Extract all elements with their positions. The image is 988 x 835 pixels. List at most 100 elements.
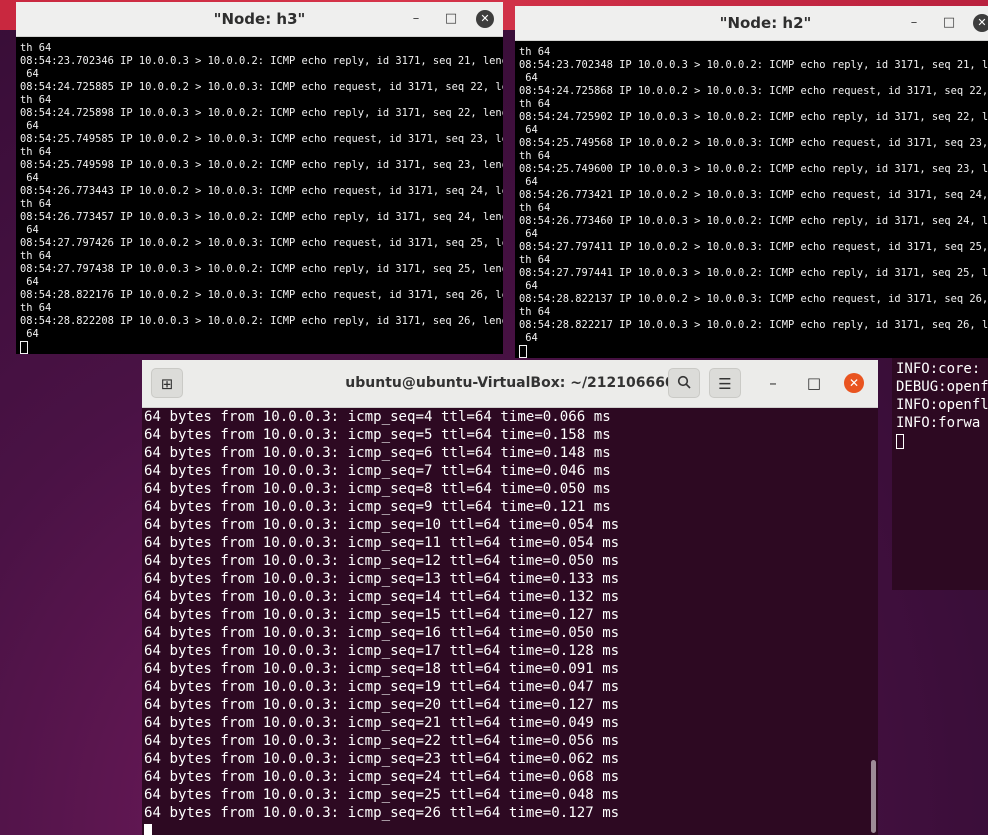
terminal-line: 64	[20, 328, 39, 340]
terminal-line: 08:54:28.822137 IP 10.0.0.2 > 10.0.0.3: …	[519, 293, 988, 305]
terminal-line: 64	[20, 68, 39, 80]
terminal-output: INFO:core: DEBUG:openf INFO:openfl INFO:for…	[896, 360, 988, 450]
search-button[interactable]	[668, 368, 700, 398]
terminal-line: 64 bytes from 10.0.0.3: icmp_seq=7 ttl=6…	[144, 463, 611, 479]
terminal-line: 64	[20, 276, 39, 288]
cursor-line	[144, 822, 868, 835]
terminal-line: 64	[20, 172, 39, 184]
terminal-output[interactable]: th 64 08:54:23.702346 IP 10.0.0.3 > 10.0.…	[20, 42, 503, 354]
terminal-line: th 64	[20, 146, 52, 158]
terminal-line: 64	[20, 120, 39, 132]
terminal-line: 08:54:24.725898 IP 10.0.0.3 > 10.0.0.2: …	[20, 107, 503, 119]
terminal-line: 64 bytes from 10.0.0.3: icmp_seq=18 ttl=…	[144, 661, 620, 677]
terminal-line: 64 bytes from 10.0.0.3: icmp_seq=5 ttl=6…	[144, 427, 611, 443]
menu-button[interactable]: ☰	[709, 368, 741, 398]
maximize-icon[interactable]: □	[442, 10, 460, 28]
terminal-line: 08:54:28.822217 IP 10.0.0.3 > 10.0.0.2: …	[519, 319, 988, 331]
terminal-line: INFO:openfl	[896, 397, 988, 413]
terminal-line: 64 bytes from 10.0.0.3: icmp_seq=26 ttl=…	[144, 805, 620, 821]
terminal-line: th 64	[519, 98, 551, 110]
terminal-line: 64	[519, 228, 538, 240]
terminal-line: th 64	[519, 150, 551, 162]
headerbar[interactable]: ⊞ ubuntu@ubuntu-VirtualBox: ~/212106660 …	[142, 360, 878, 408]
minimize-icon[interactable]: –	[905, 14, 923, 32]
terminal-line: INFO:forwa	[896, 415, 981, 431]
terminal-line: th 64	[20, 42, 52, 54]
terminal-line: DEBUG:openf	[896, 379, 988, 395]
cursor-line	[20, 341, 503, 354]
terminal-line: 64 bytes from 10.0.0.3: icmp_seq=19 ttl=…	[144, 679, 620, 695]
terminal-line: th 64	[20, 250, 52, 262]
cursor-line	[519, 345, 988, 358]
terminal-line: 64	[519, 72, 538, 84]
terminal-line: 64 bytes from 10.0.0.3: icmp_seq=23 ttl=…	[144, 751, 620, 767]
close-icon[interactable]: ✕	[476, 10, 494, 28]
terminal-line: 08:54:28.822176 IP 10.0.0.2 > 10.0.0.3: …	[20, 289, 503, 301]
terminal-line: 64 bytes from 10.0.0.3: icmp_seq=11 ttl=…	[144, 535, 620, 551]
terminal-line: 64	[20, 224, 39, 236]
terminal-line: th 64	[519, 306, 551, 318]
terminal-line: 64 bytes from 10.0.0.3: icmp_seq=15 ttl=…	[144, 607, 620, 623]
xterm-window-h3[interactable]: "Node: h3" – □ ✕ th 64 08:54:23.702346 IP…	[16, 2, 503, 354]
close-icon[interactable]: ✕	[844, 373, 864, 393]
terminal-line: th 64	[519, 46, 551, 58]
terminal-line: th 64	[20, 94, 52, 106]
controller-terminal[interactable]: INFO:core: DEBUG:openf INFO:openfl INFO:for…	[892, 358, 988, 590]
terminal-line: 08:54:27.797441 IP 10.0.0.3 > 10.0.0.2: …	[519, 267, 988, 279]
terminal-line: 08:54:25.749568 IP 10.0.0.2 > 10.0.0.3: …	[519, 137, 988, 149]
terminal-line: 64 bytes from 10.0.0.3: icmp_seq=21 ttl=…	[144, 715, 620, 731]
terminal-line: 08:54:26.773443 IP 10.0.0.2 > 10.0.0.3: …	[20, 185, 503, 197]
terminal-line: 08:54:27.797438 IP 10.0.0.3 > 10.0.0.2: …	[20, 263, 503, 275]
terminal-line: 08:54:23.702348 IP 10.0.0.3 > 10.0.0.2: …	[519, 59, 988, 71]
scrollbar-thumb[interactable]	[871, 760, 876, 833]
terminal-line: INFO:core:	[896, 361, 981, 377]
terminal-line: 08:54:26.773460 IP 10.0.0.3 > 10.0.0.2: …	[519, 215, 988, 227]
search-icon	[677, 375, 691, 393]
maximize-icon[interactable]: □	[798, 368, 830, 398]
terminal-line: 08:54:24.725885 IP 10.0.0.2 > 10.0.0.3: …	[20, 81, 503, 93]
text-cursor	[144, 823, 152, 835]
terminal-line: 64 bytes from 10.0.0.3: icmp_seq=22 ttl=…	[144, 733, 620, 749]
terminal-line: 64	[519, 332, 538, 344]
terminal-line: 08:54:23.702346 IP 10.0.0.3 > 10.0.0.2: …	[20, 55, 503, 67]
terminal-line: th 64	[519, 254, 551, 266]
terminal-line: 64 bytes from 10.0.0.3: icmp_seq=6 ttl=6…	[144, 445, 611, 461]
terminal-line: 08:54:28.822208 IP 10.0.0.3 > 10.0.0.2: …	[20, 315, 503, 327]
terminal-line: 64 bytes from 10.0.0.3: icmp_seq=8 ttl=6…	[144, 481, 611, 497]
minimize-icon[interactable]: –	[757, 368, 789, 398]
terminal-line: 08:54:25.749585 IP 10.0.0.2 > 10.0.0.3: …	[20, 133, 503, 145]
minimize-icon[interactable]: –	[407, 10, 425, 28]
terminal-line: th 64	[20, 302, 52, 314]
terminal-line: th 64	[519, 202, 551, 214]
terminal-line: 08:54:24.725868 IP 10.0.0.2 > 10.0.0.3: …	[519, 85, 988, 97]
terminal-line: 64 bytes from 10.0.0.3: icmp_seq=13 ttl=…	[144, 571, 620, 587]
terminal-line: th 64	[20, 198, 52, 210]
xterm-titlebar-h2[interactable]: "Node: h2" – □ ✕	[515, 6, 988, 41]
terminal-line: 64 bytes from 10.0.0.3: icmp_seq=20 ttl=…	[144, 697, 620, 713]
terminal-line: 64 bytes from 10.0.0.3: icmp_seq=10 ttl=…	[144, 517, 620, 533]
close-icon[interactable]: ✕	[973, 14, 988, 32]
terminal-line: 08:54:26.773457 IP 10.0.0.3 > 10.0.0.2: …	[20, 211, 503, 223]
terminal-line: 64 bytes from 10.0.0.3: icmp_seq=17 ttl=…	[144, 643, 620, 659]
text-cursor	[20, 341, 28, 354]
xterm-window-h2[interactable]: "Node: h2" – □ ✕ th 64 08:54:23.702348 IP…	[515, 6, 988, 358]
terminal-output[interactable]: 64 bytes from 10.0.0.3: icmp_seq=4 ttl=6…	[144, 408, 868, 835]
terminal-line: 08:54:27.797426 IP 10.0.0.2 > 10.0.0.3: …	[20, 237, 503, 249]
terminal-output[interactable]: th 64 08:54:23.702348 IP 10.0.0.3 > 10.0.…	[519, 46, 988, 358]
maximize-icon[interactable]: □	[940, 14, 958, 32]
terminal-line: 64 bytes from 10.0.0.3: icmp_seq=12 ttl=…	[144, 553, 620, 569]
terminal-line: 08:54:25.749600 IP 10.0.0.3 > 10.0.0.2: …	[519, 163, 988, 175]
terminal-line: 64	[519, 176, 538, 188]
hamburger-menu-icon: ☰	[718, 375, 732, 393]
terminal-line: 08:54:26.773421 IP 10.0.0.2 > 10.0.0.3: …	[519, 189, 988, 201]
xterm-titlebar-h3[interactable]: "Node: h3" – □ ✕	[16, 2, 503, 37]
cursor-line	[896, 432, 988, 450]
terminal-line: 64 bytes from 10.0.0.3: icmp_seq=4 ttl=6…	[144, 409, 611, 425]
terminal-line: 64 bytes from 10.0.0.3: icmp_seq=16 ttl=…	[144, 625, 620, 641]
text-cursor	[896, 433, 904, 449]
text-cursor	[519, 345, 527, 358]
terminal-line: 64 bytes from 10.0.0.3: icmp_seq=25 ttl=…	[144, 787, 620, 803]
terminal-line: 64 bytes from 10.0.0.3: icmp_seq=9 ttl=6…	[144, 499, 611, 515]
gnome-terminal-window[interactable]: ⊞ ubuntu@ubuntu-VirtualBox: ~/212106660 …	[142, 360, 878, 835]
terminal-line: 64 bytes from 10.0.0.3: icmp_seq=14 ttl=…	[144, 589, 620, 605]
